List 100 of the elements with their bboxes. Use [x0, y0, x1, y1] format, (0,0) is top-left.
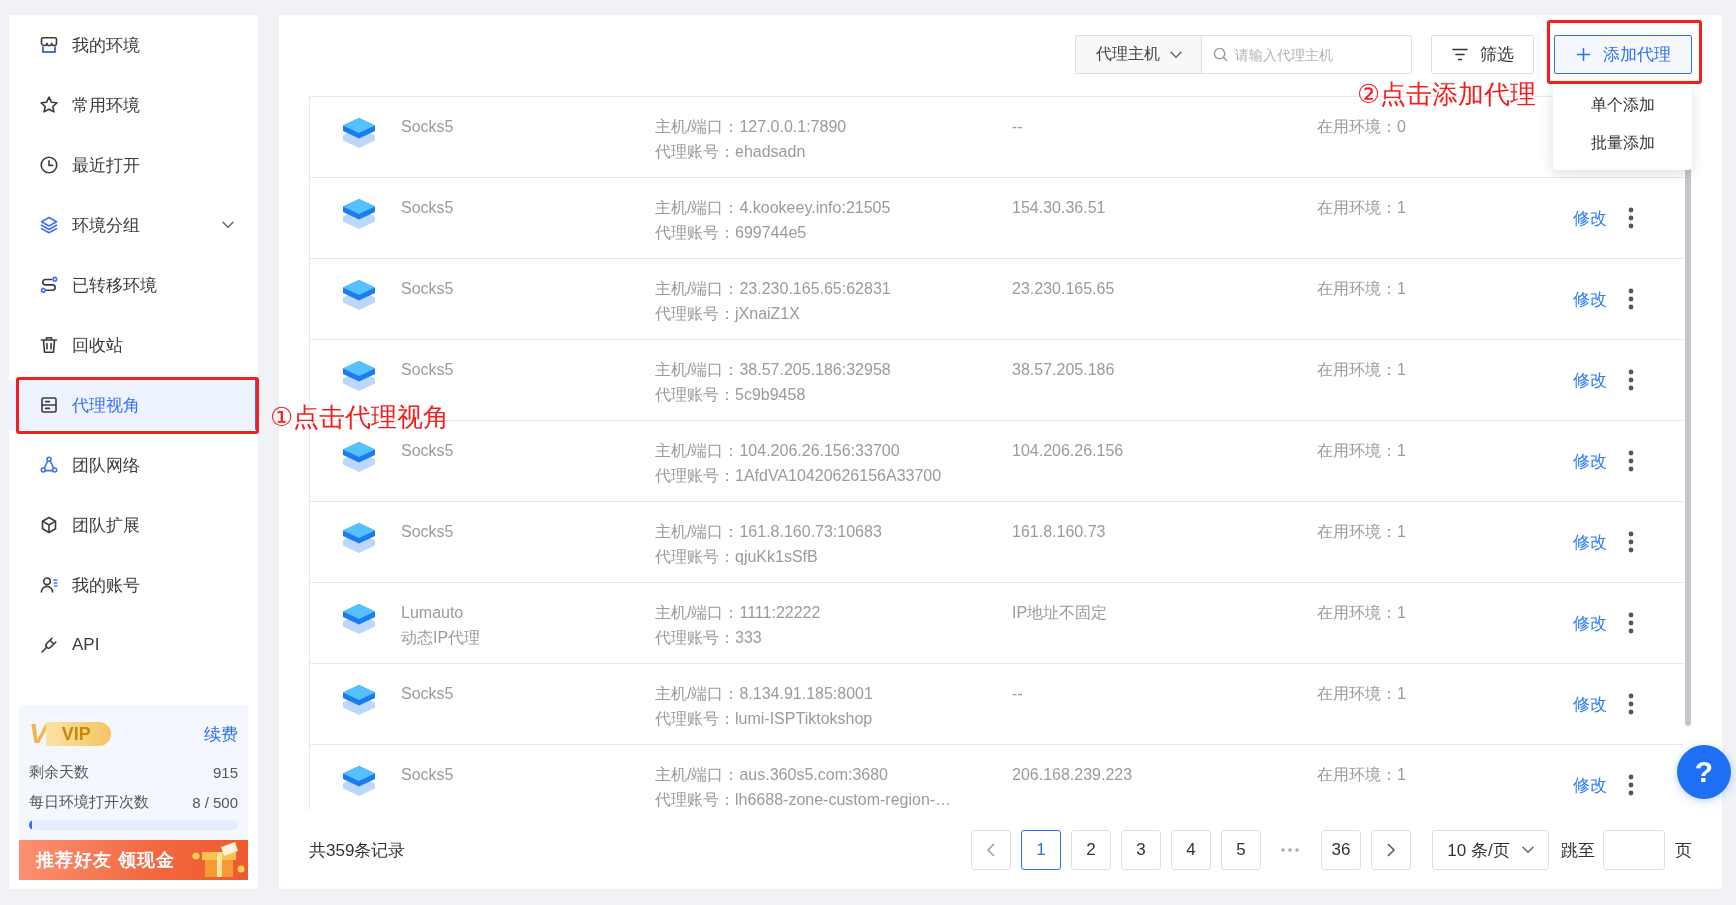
field-select[interactable]: 代理主机	[1075, 35, 1201, 74]
more-icon[interactable]	[1628, 450, 1634, 472]
account-text: 代理账号：ehadsadn	[655, 142, 806, 162]
account-text: 代理账号：5c9b9458	[655, 385, 806, 405]
annotation-text: ②点击添加代理	[1357, 79, 1537, 109]
stack-icon	[341, 521, 377, 555]
sidebar-item[interactable]: 环境分组	[9, 200, 258, 250]
sidebar-item[interactable]: API	[9, 620, 258, 670]
account-text: 代理账号：333	[655, 628, 762, 648]
host-port-text: 主机/端口：aus.360s5.com:3680	[655, 765, 888, 785]
sidebar-item[interactable]: 我的账号	[9, 560, 258, 610]
clock-icon	[39, 155, 59, 175]
more-icon[interactable]	[1628, 774, 1634, 796]
more-icon[interactable]	[1628, 207, 1634, 229]
edit-link[interactable]: 修改	[1573, 691, 1607, 717]
edit-link[interactable]: 修改	[1573, 367, 1607, 393]
chevron-down-icon	[1521, 846, 1534, 854]
proxy-note: 动态IP代理	[401, 628, 481, 648]
proxy-type: Socks5	[401, 279, 454, 299]
usage-count: 在用环境：1	[1317, 198, 1406, 218]
gift-box-icon	[190, 841, 246, 879]
banner-text: 推荐好友 领现金	[36, 849, 175, 872]
proxy-type: Lumauto	[401, 603, 464, 623]
account-text: 代理账号：jXnaiZ1X	[655, 304, 800, 324]
host-port-text: 主机/端口：1111:22222	[655, 603, 821, 623]
page-button[interactable]: 36	[1321, 830, 1361, 870]
usage-count: 在用环境：1	[1317, 522, 1406, 542]
network-icon	[39, 455, 59, 475]
sidebar-item[interactable]: 最近打开	[9, 140, 258, 190]
stack-icon	[341, 764, 377, 798]
page-button[interactable]: 4	[1171, 830, 1211, 870]
edit-link[interactable]: 修改	[1573, 529, 1607, 555]
stack-icon	[341, 683, 377, 717]
more-icon[interactable]	[1628, 369, 1634, 391]
search-field[interactable]: 请输入代理主机	[1201, 35, 1412, 74]
edit-link[interactable]: 修改	[1573, 610, 1607, 636]
usage-count: 在用环境：1	[1317, 279, 1406, 299]
add-proxy-button[interactable]: 添加代理	[1554, 35, 1692, 74]
menu-item[interactable]: 批量添加	[1553, 124, 1692, 162]
sidebar-item[interactable]: 团队网络	[9, 440, 258, 490]
plug-icon	[39, 635, 59, 655]
ip-address: --	[1012, 684, 1023, 704]
page-suffix-label: 页	[1675, 839, 1692, 862]
host-port-text: 主机/端口：127.0.0.1:7890	[655, 117, 847, 137]
user-icon	[39, 575, 59, 595]
page-button[interactable]: 2	[1071, 830, 1111, 870]
stack-icon	[341, 197, 377, 231]
total-count: 共359条记录	[309, 839, 406, 862]
sidebar-item[interactable]: 回收站	[9, 320, 258, 370]
stack-icon	[341, 116, 377, 150]
proxy-type: Socks5	[401, 360, 454, 380]
ip-address: 206.168.239.223	[1012, 765, 1133, 785]
stack-icon	[341, 278, 377, 312]
page-jump-field[interactable]	[1603, 830, 1665, 870]
menu-item[interactable]: 单个添加	[1553, 86, 1692, 124]
more-icon[interactable]	[1628, 531, 1634, 553]
account-text: 代理账号：1AfdVA10420626156A33700	[655, 466, 942, 486]
sidebar-item[interactable]: 我的环境	[9, 20, 258, 70]
proxy-type: Socks5	[401, 117, 454, 137]
page-button[interactable]: 3	[1121, 830, 1161, 870]
ip-address: IP地址不固定	[1012, 603, 1108, 623]
edit-link[interactable]: 修改	[1573, 205, 1607, 231]
layers-icon	[39, 215, 59, 235]
proxy-type: Socks5	[401, 198, 454, 218]
annotation-text: ①点击代理视角	[270, 402, 450, 432]
usage-count: 在用环境：1	[1317, 684, 1406, 704]
renew-link[interactable]: 续费	[204, 722, 238, 746]
more-icon[interactable]	[1628, 288, 1634, 310]
host-port-text: 主机/端口：23.230.165.65:62831	[655, 279, 891, 299]
edit-link[interactable]: 修改	[1573, 772, 1607, 798]
host-port-text: 主机/端口：38.57.205.186:32958	[655, 360, 891, 380]
proxy-type: Socks5	[401, 441, 454, 461]
account-text: 代理账号：699744e5	[655, 223, 807, 243]
search-icon	[1213, 47, 1228, 62]
filter-button[interactable]: 筛选	[1431, 35, 1534, 74]
page-button[interactable]: 1	[1021, 830, 1061, 870]
sidebar-item[interactable]: 团队扩展	[9, 500, 258, 550]
usage-count: 在用环境：1	[1317, 441, 1406, 461]
page-button[interactable]: 5	[1221, 830, 1261, 870]
proxy-type: Socks5	[401, 765, 454, 785]
more-icon[interactable]	[1628, 693, 1634, 715]
usage-count: 在用环境：1	[1317, 603, 1406, 623]
sidebar-item[interactable]: 已转移环境	[9, 260, 258, 310]
chevron-left-icon	[987, 843, 995, 857]
stat-value: 8 / 500	[192, 793, 238, 811]
ip-address: 161.8.160.73	[1012, 522, 1106, 542]
ip-address: 38.57.205.186	[1012, 360, 1115, 380]
trash-icon	[39, 335, 59, 355]
stat-value: 915	[212, 763, 238, 781]
stat-label: 每日环境打开次数	[29, 792, 149, 812]
more-icon[interactable]	[1628, 612, 1634, 634]
panel-icon	[39, 395, 59, 415]
sidebar-item[interactable]: 常用环境	[9, 80, 258, 130]
page-size-select[interactable]: 10 条/页	[1432, 830, 1549, 870]
vip-badge: VIP	[45, 722, 111, 746]
ip-address: 23.230.165.65	[1012, 279, 1115, 299]
account-text: 代理账号：lumi-ISPTiktokshop	[655, 709, 873, 729]
edit-link[interactable]: 修改	[1573, 286, 1607, 312]
sidebar-item[interactable]: 代理视角	[9, 380, 258, 430]
edit-link[interactable]: 修改	[1573, 448, 1607, 474]
